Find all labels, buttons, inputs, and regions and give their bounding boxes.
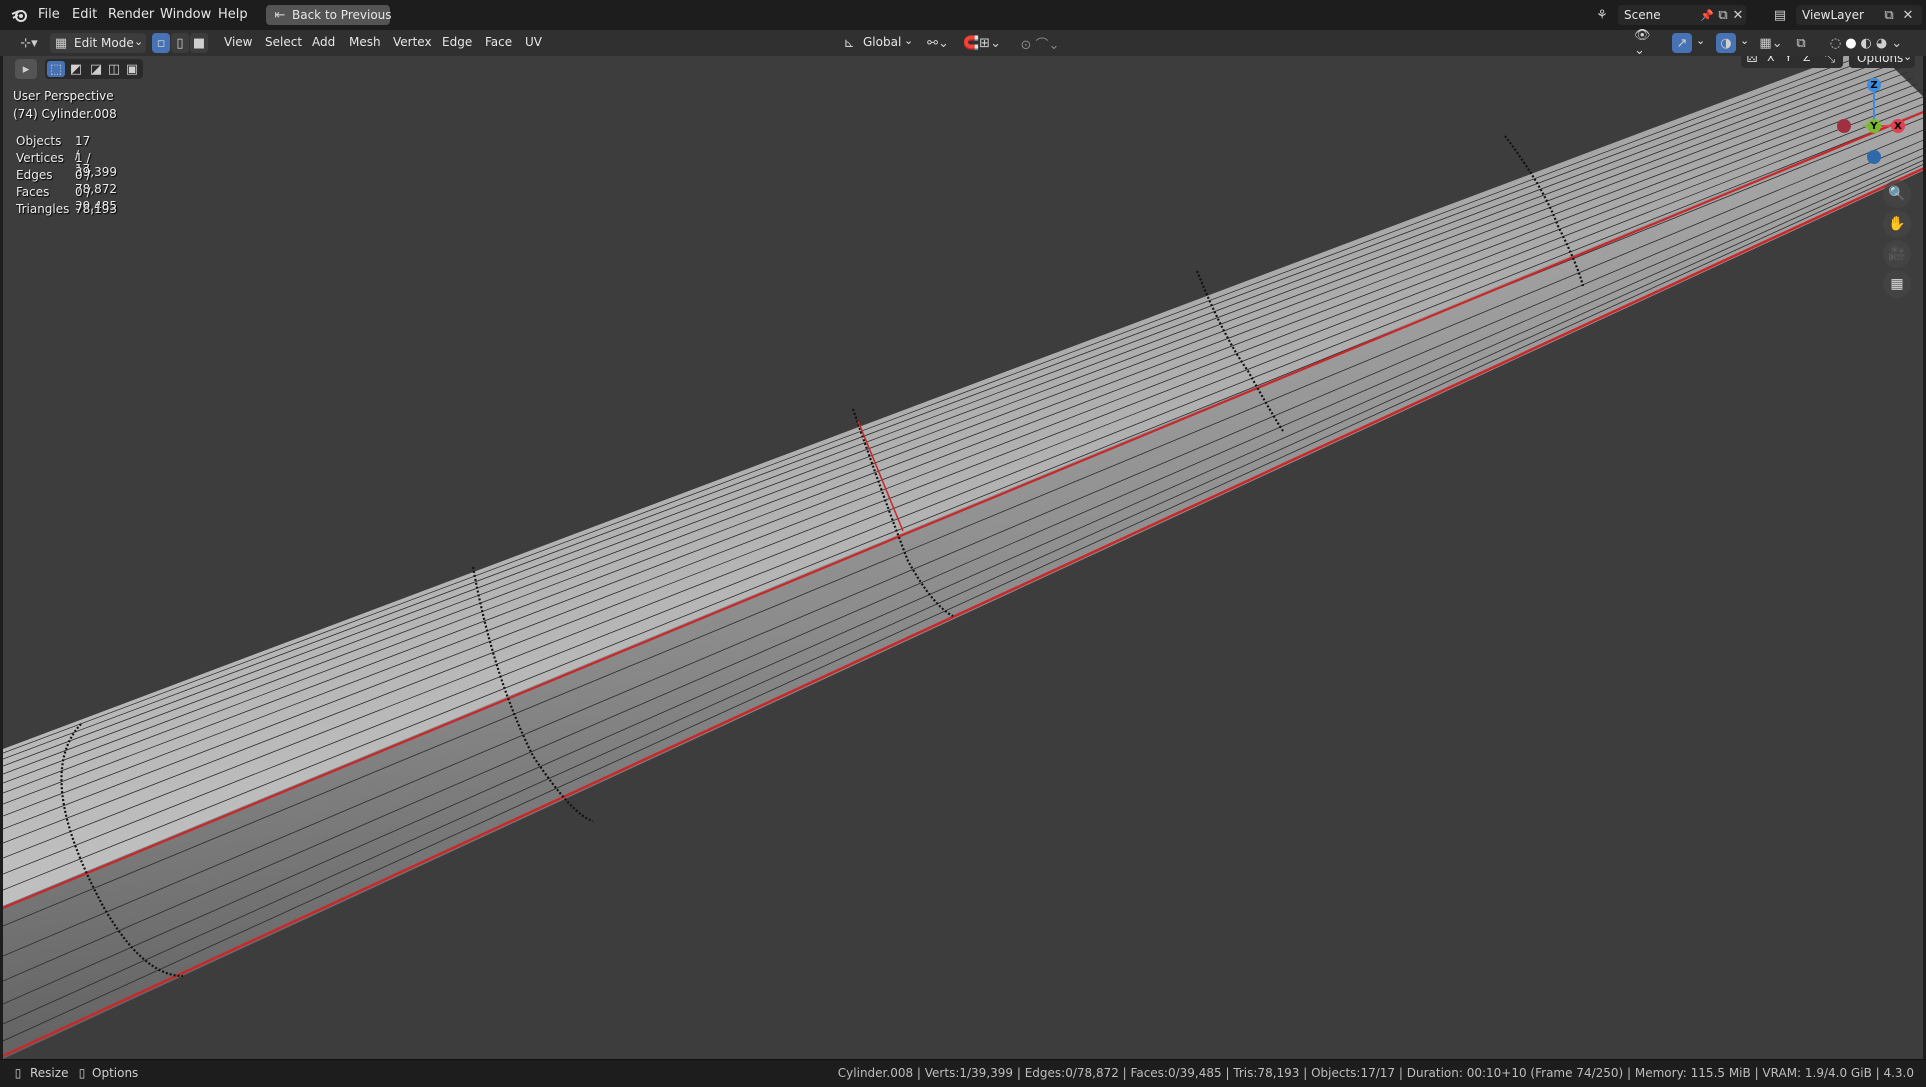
menu-face[interactable]: Face: [485, 35, 512, 49]
transform-orientation-icon[interactable]: ⊾: [840, 34, 858, 52]
select-mode-group[interactable]: ⬚ ◩ ◪ ◫ ▣: [45, 59, 143, 79]
gizmo-x-axis[interactable]: X: [1891, 119, 1905, 133]
editor-type-icon[interactable]: ⊹▾: [14, 34, 44, 52]
axis-y-toggle[interactable]: Y: [1785, 56, 1792, 64]
back-to-previous-button[interactable]: ⇤ Back to Previous: [266, 5, 392, 25]
select-invert-icon[interactable]: ◫: [105, 61, 123, 77]
blender-logo-icon[interactable]: [10, 6, 30, 24]
select-new-icon[interactable]: ⬚: [47, 61, 65, 77]
new-layer-icon[interactable]: ⧉: [1882, 7, 1896, 23]
top-menu-bar: File Edit Render Window Help ⇤ Back to P…: [0, 0, 1926, 31]
cylinder-lower-surface: [3, 110, 1923, 1059]
camera-view-button[interactable]: 🎥: [1883, 240, 1911, 268]
menu-select[interactable]: Select: [265, 35, 302, 49]
menu-edge[interactable]: Edge: [442, 35, 472, 49]
shading-icon[interactable]: ◌ ● ◐◕⌄: [1820, 34, 1916, 52]
navigation-gizmo[interactable]: Z X Y: [1825, 76, 1905, 166]
chevron-down-icon[interactable]: ⌄: [1696, 34, 1705, 47]
menu-view[interactable]: View: [224, 35, 252, 49]
mesh-canvas[interactable]: [3, 56, 1923, 1059]
select-cursor-icon: ▸: [22, 61, 30, 77]
chevron-down-icon[interactable]: ⌄: [1740, 34, 1749, 47]
mesh-overlay-icon[interactable]: ▦⌄: [1756, 34, 1786, 52]
visibility-icon[interactable]: 👁⌄: [1634, 28, 1660, 58]
overlay-icon: ◑: [1720, 35, 1732, 51]
overlay-toggle[interactable]: ◑: [1716, 33, 1736, 53]
menu-render[interactable]: Render: [108, 7, 154, 22]
menu-help[interactable]: Help: [218, 7, 248, 22]
axis-z-toggle[interactable]: Z: [1803, 56, 1811, 64]
options-dropdown[interactable]: Options ⌄: [1849, 56, 1915, 68]
camera-icon: 🎥: [1888, 246, 1906, 262]
xray-icon[interactable]: ⧉: [1792, 34, 1810, 52]
edge-select-button[interactable]: ▯: [171, 33, 189, 53]
perspective-label: User Perspective: [13, 89, 114, 103]
face-select-button[interactable]: ■: [190, 33, 208, 53]
snap-icon[interactable]: 🧲⊞⌄: [958, 34, 1006, 52]
gizmo-y-axis[interactable]: Y: [1867, 119, 1881, 133]
active-object-label: (74) Cylinder.008: [13, 107, 117, 121]
gizmo-neg-x-axis[interactable]: [1837, 119, 1851, 133]
pin-icon[interactable]: 📌: [1700, 7, 1714, 23]
chevron-down-icon: ⌄: [904, 34, 914, 47]
gizmo-z-axis[interactable]: Z: [1867, 78, 1881, 92]
chevron-down-icon: ⌄: [1903, 56, 1913, 63]
scene-field[interactable]: Scene 📌 ⧉ ✕: [1618, 5, 1746, 25]
edge-select-icon: ▯: [176, 35, 184, 51]
view-layer-field[interactable]: ViewLayer ⧉ ✕: [1796, 5, 1922, 25]
gizmo-toggle[interactable]: ↗: [1672, 33, 1692, 53]
mode-icon: ▦: [54, 35, 68, 51]
snap-target-icon[interactable]: ⤡: [1821, 56, 1839, 66]
active-tool-button[interactable]: ▸: [15, 59, 37, 79]
hand-icon: ✋: [1888, 216, 1906, 232]
proportional-icon[interactable]: ⊙ ⌒⌄: [1016, 34, 1064, 53]
mouse-icon: ▯: [78, 1066, 86, 1080]
menu-edit[interactable]: Edit: [72, 7, 97, 22]
view-layer-icon[interactable]: ▤: [1766, 6, 1794, 24]
vertex-select-button[interactable]: ▫: [152, 33, 170, 53]
menu-uv[interactable]: UV: [525, 35, 542, 49]
menu-vertex[interactable]: Vertex: [393, 35, 432, 49]
status-resize: Resize: [30, 1066, 69, 1080]
axis-lock-group[interactable]: ⚄ X Y Z ⤡: [1741, 56, 1843, 68]
3d-viewport[interactable]: User Perspective (74) Cylinder.008 Objec…: [3, 56, 1923, 1059]
zoom-button[interactable]: 🔍: [1883, 180, 1911, 208]
pan-button[interactable]: ✋: [1883, 210, 1911, 238]
grid-icon: ▦: [1890, 276, 1904, 292]
viewport-header: ⊹▾ ▦ Edit Mode ⌄ ▫ ▯ ■ View Select Add M…: [0, 28, 1926, 58]
back-icon: ⇤: [274, 7, 286, 23]
close-icon[interactable]: ✕: [1732, 7, 1744, 23]
select-subtract-icon[interactable]: ◪: [87, 61, 105, 77]
stat-edges: Edges 0 / 78,872: [16, 168, 117, 196]
close-icon[interactable]: ✕: [1902, 7, 1914, 23]
new-scene-icon[interactable]: ⧉: [1716, 7, 1730, 23]
gizmo-icon: ↗: [1676, 35, 1688, 51]
status-bar: ▯ Resize ▯ Options Cylinder.008 | Verts:…: [0, 1059, 1926, 1087]
ortho-toggle-button[interactable]: ▦: [1883, 270, 1911, 298]
gizmo-neg-z-axis[interactable]: [1867, 150, 1881, 164]
mouse-icon: ▯: [14, 1066, 22, 1080]
menu-mesh[interactable]: Mesh: [349, 35, 381, 49]
pivot-icon[interactable]: ⚯⌄: [924, 34, 952, 52]
mirror-icon[interactable]: ⚄: [1743, 56, 1761, 66]
select-intersect-icon[interactable]: ▣: [123, 61, 141, 77]
mode-dropdown[interactable]: ▦ Edit Mode ⌄: [50, 33, 146, 53]
status-info: Cylinder.008 | Verts:1/39,399 | Edges:0/…: [837, 1066, 1914, 1080]
zoom-icon: 🔍: [1888, 186, 1906, 202]
menu-file[interactable]: File: [38, 7, 60, 22]
face-select-icon: ■: [192, 35, 206, 51]
menu-add[interactable]: Add: [312, 35, 335, 49]
stat-objects: Objects 17 / 17: [16, 134, 91, 176]
axis-x-toggle[interactable]: X: [1767, 56, 1775, 64]
vertex-select-icon: ▫: [156, 35, 166, 51]
status-options: Options: [92, 1066, 139, 1080]
orientation-dropdown[interactable]: Global: [863, 35, 901, 49]
chevron-down-icon: ⌄: [134, 35, 144, 48]
select-extend-icon[interactable]: ◩: [67, 61, 85, 77]
stat-triangles: Triangles 78,193: [16, 202, 117, 216]
menu-window[interactable]: Window: [160, 7, 211, 22]
stat-vertices: Vertices 1 / 39,399: [16, 151, 117, 179]
stat-faces: Faces 0 / 39,485: [16, 185, 117, 213]
scene-selector-icon[interactable]: ⚘: [1588, 6, 1616, 24]
